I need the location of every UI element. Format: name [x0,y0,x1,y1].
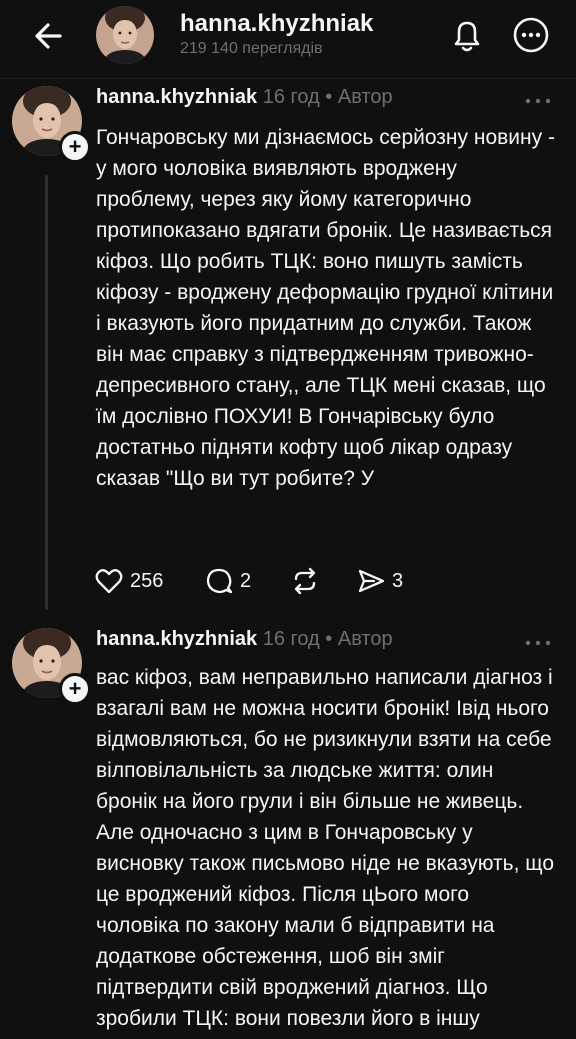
profile-username[interactable]: hanna.khyzhniak [180,10,373,38]
comment-icon [206,568,233,594]
post-username[interactable]: hanna.khyzhniak [96,86,257,108]
reply-button[interactable]: 2 [204,564,251,598]
avatar[interactable] [96,6,154,64]
post-header: hanna.khyzhniak 16 год • Автор [96,86,393,109]
bell-icon [454,21,480,52]
separator-dot: • [325,628,333,650]
post-more-button[interactable] [524,93,552,104]
reply-count: 2 [240,569,252,592]
like-count: 256 [130,569,164,592]
activity-button[interactable] [446,14,488,56]
post-username[interactable]: hanna.khyzhniak [96,628,257,650]
post-actions: 256 2 3 [94,564,414,598]
like-button[interactable]: 256 [94,564,163,598]
view-count: 219 140 переглядів [180,40,323,57]
post-time: 16 год [262,628,320,650]
thread-post: + hanna.khyzhniak 16 год • Автор Гончаро… [0,80,576,615]
top-bar: hanna.khyzhniak 219 140 переглядів [0,0,576,79]
share-button[interactable]: 3 [356,564,403,598]
post-more-button[interactable] [524,635,552,646]
post-header: hanna.khyzhniak 16 год • Автор [96,628,393,651]
more-dots-icon [525,98,551,104]
more-dots-icon [525,640,551,646]
post-text: вас кіфоз, вам неправильно написали діаг… [96,666,555,1030]
repost-icon [294,567,316,595]
follow-plus-button[interactable]: + [59,131,91,163]
post-time: 16 год [262,86,320,108]
follow-plus-button[interactable]: + [59,673,91,705]
thread-line [45,175,48,610]
send-icon [358,569,385,593]
more-options-button[interactable] [510,14,552,56]
post-text: Гончаровську ми дізнаємось серйозну нови… [96,126,555,490]
heart-icon [95,569,123,594]
separator-dot: • [325,86,333,108]
thread-post: + hanna.khyzhniak 16 год • Автор вас кіф… [0,622,576,1039]
back-button[interactable] [30,18,70,54]
arrow-left-icon [35,23,62,49]
share-count: 3 [392,569,404,592]
more-circle-icon [513,17,549,53]
author-badge: Автор [337,628,393,650]
repost-button[interactable] [290,564,320,598]
author-badge: Автор [337,86,393,108]
